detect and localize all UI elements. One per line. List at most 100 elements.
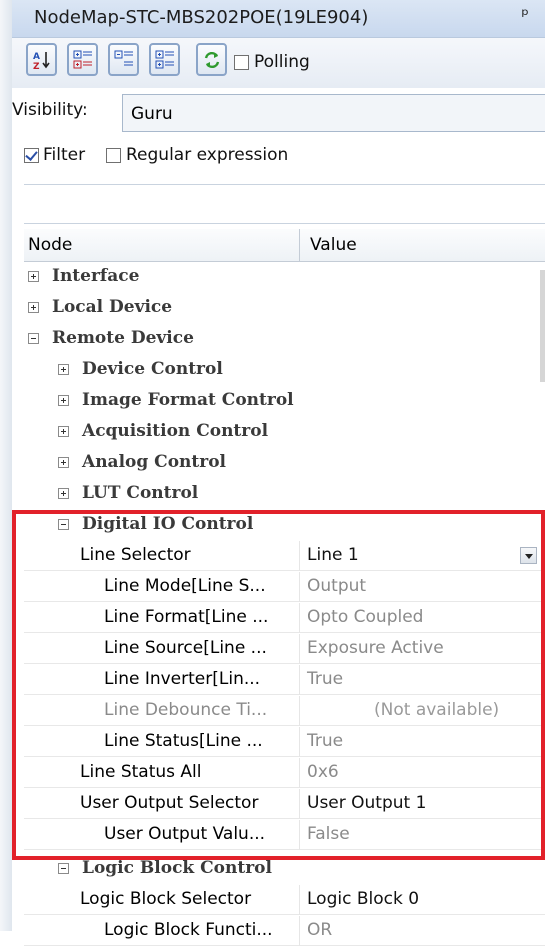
sort-az-icon: A Z [33,52,50,71]
filter-checkbox[interactable] [24,148,39,163]
collapse-icon[interactable] [28,333,39,344]
expand-icon[interactable] [28,271,39,282]
property-label: Line Format[Line ... [104,607,269,627]
property-row-logic-block-selector[interactable]: Logic Block Selector Logic Block 0 [24,885,545,915]
category-label: Interface [52,266,140,286]
expand-all-button[interactable] [67,43,98,76]
property-row-line-format[interactable]: Line Format[Line ... Opto Coupled [24,603,545,633]
regex-label: Regular expression [126,145,289,165]
category-label: Image Format Control [82,390,294,410]
refresh-button[interactable] [196,43,227,76]
collapse-icon[interactable] [58,519,69,530]
property-value: 0x6 [307,762,339,782]
property-row-line-source[interactable]: Line Source[Line ... Exposure Active [24,634,545,664]
property-row-line-status[interactable]: Line Status[Line ... True [24,727,545,757]
collapse-icon[interactable] [58,863,69,874]
visibility-select[interactable]: Guru [122,94,545,132]
tree-row-logic-block-control[interactable]: Logic Block Control [24,854,545,884]
column-header-node[interactable]: Node [28,235,72,255]
expand-icon[interactable] [58,488,69,499]
property-value[interactable]: Line 1 [307,545,359,565]
collapse-all-button[interactable] [108,43,139,76]
sort-az-button[interactable]: A Z [26,43,57,76]
tree-row-analog-control[interactable]: Analog Control [24,448,545,478]
tree-row-lut-control[interactable]: LUT Control [24,479,545,509]
window-title: NodeMap-STC-MBS202POE(19LE904) [34,7,369,28]
cell-divider [299,789,300,819]
property-row-logic-block-function[interactable]: Logic Block Functi... OR [24,916,545,946]
property-row-user-output-selector[interactable]: User Output Selector User Output 1 [24,789,545,819]
expand-selected-icon [155,50,174,69]
property-label: Logic Block Functi... [104,920,273,940]
cell-divider [299,572,300,602]
window-frame [0,0,12,931]
scrollbar[interactable] [540,270,545,382]
grid-header: Node Value [24,229,545,262]
polling-label: Polling [254,52,310,72]
column-header-value[interactable]: Value [310,235,357,255]
expand-icon[interactable] [58,457,69,468]
category-label: Remote Device [52,328,194,348]
property-label: Line Debounce Ti... [104,700,268,720]
property-value: (Not available) [374,700,500,720]
visibility-label: Visibility: [12,100,88,120]
tree-row-local-device[interactable]: Local Device [24,293,545,323]
expand-icon[interactable] [58,426,69,437]
property-value: Exposure Active [307,638,444,658]
expand-all-icon [73,50,92,69]
regex-checkbox[interactable] [106,148,121,163]
expand-icon[interactable] [28,302,39,313]
cell-divider [299,541,300,571]
polling-checkbox[interactable] [234,55,249,70]
property-row-user-output-value[interactable]: User Output Valu... False [24,820,545,850]
property-row-line-mode[interactable]: Line Mode[Line S... Output [24,572,545,602]
category-label: Analog Control [82,452,227,472]
property-label: Line Status[Line ... [104,731,263,751]
property-value[interactable]: Logic Block 0 [307,889,419,909]
category-label: Logic Block Control [82,858,272,878]
property-label: Line Inverter[Lin... [104,669,261,689]
cell-divider [299,885,300,915]
property-label: Line Mode[Line S... [104,576,266,596]
property-label: User Output Selector [80,793,259,813]
category-label: Acquisition Control [82,421,269,441]
cell-divider [299,916,300,946]
svg-text:Z: Z [33,62,40,71]
tree-row-acquisition-control[interactable]: Acquisition Control [24,417,545,447]
property-row-line-debounce[interactable]: Line Debounce Ti... (Not available) [24,696,545,726]
property-label: Line Source[Line ... [104,638,267,658]
tree-row-interface[interactable]: Interface [24,262,545,292]
tree-row-remote-device[interactable]: Remote Device [24,324,545,354]
toolbar: A Z Polling [12,38,545,88]
collapse-all-icon [114,50,133,66]
property-value[interactable]: User Output 1 [307,793,426,813]
property-label: User Output Valu... [104,824,266,844]
property-row-line-inverter[interactable]: Line Inverter[Lin... True [24,665,545,695]
expand-selected-button[interactable] [149,43,180,76]
property-value: True [307,669,344,689]
property-value: False [307,824,350,844]
expand-icon[interactable] [58,395,69,406]
refresh-icon [204,51,220,69]
property-row-line-selector[interactable]: Line Selector Line 1 [24,541,545,571]
category-label: LUT Control [82,483,199,503]
property-label: Line Selector [80,545,191,565]
property-value: Opto Coupled [307,607,424,627]
expand-icon[interactable] [58,364,69,375]
category-label: Digital IO Control [82,514,254,534]
pin-icon[interactable]: ᵖ [521,5,529,26]
tree-row-digital-io-control[interactable]: Digital IO Control [24,510,545,540]
property-value: True [307,731,344,751]
filter-input[interactable] [24,184,545,224]
property-row-line-status-all[interactable]: Line Status All 0x6 [24,758,545,788]
tree-row-device-control[interactable]: Device Control [24,355,545,385]
column-divider[interactable] [299,229,300,261]
svg-text:A: A [33,52,40,62]
chevron-down-icon[interactable] [520,547,537,564]
cell-divider [299,727,300,757]
property-label: Line Status All [80,762,202,782]
property-value: OR [307,920,333,940]
tree-row-image-format-control[interactable]: Image Format Control [24,386,545,416]
category-label: Device Control [82,359,223,379]
title-bar: NodeMap-STC-MBS202POE(19LE904) ᵖ [12,0,545,38]
